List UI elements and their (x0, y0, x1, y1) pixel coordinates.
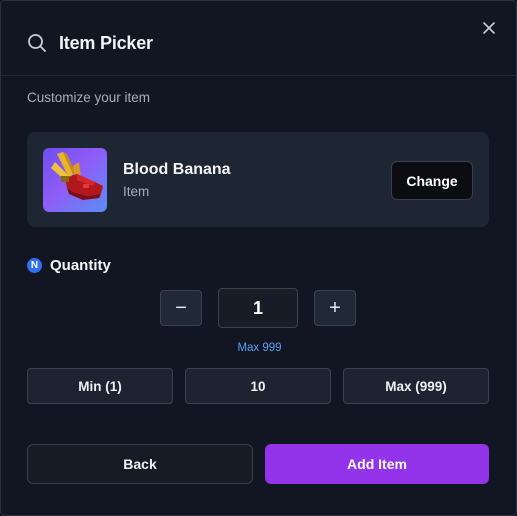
preset-max-button[interactable]: Max (999) (343, 368, 489, 404)
preset-min-button[interactable]: Min (1) (27, 368, 173, 404)
header-divider (1, 75, 516, 76)
increment-button[interactable]: + (314, 290, 356, 326)
preset-10-button[interactable]: 10 (185, 368, 331, 404)
add-item-button[interactable]: Add Item (265, 444, 489, 484)
item-picker-modal: Item Picker Customize your item Blood Ba… (0, 0, 517, 516)
close-icon[interactable] (481, 20, 497, 36)
max-quantity-hint: Max 999 (237, 342, 282, 354)
quantity-label-row: N Quantity (27, 256, 111, 274)
quantity-input[interactable] (218, 288, 298, 328)
item-type: Item (123, 184, 150, 199)
n-badge-icon: N (27, 257, 42, 273)
back-button[interactable]: Back (27, 444, 253, 484)
quantity-label: Quantity (50, 256, 111, 274)
selected-item-card: Blood Banana Item Change (27, 132, 489, 227)
modal-subtitle: Customize your item (27, 90, 151, 105)
modal-header: Item Picker (27, 29, 153, 57)
blood-banana-icon (43, 148, 107, 212)
decrement-button[interactable]: − (160, 290, 202, 326)
item-name: Blood Banana (123, 161, 231, 178)
modal-title: Item Picker (59, 32, 153, 53)
search-icon (27, 33, 47, 53)
change-item-button[interactable]: Change (391, 161, 473, 200)
